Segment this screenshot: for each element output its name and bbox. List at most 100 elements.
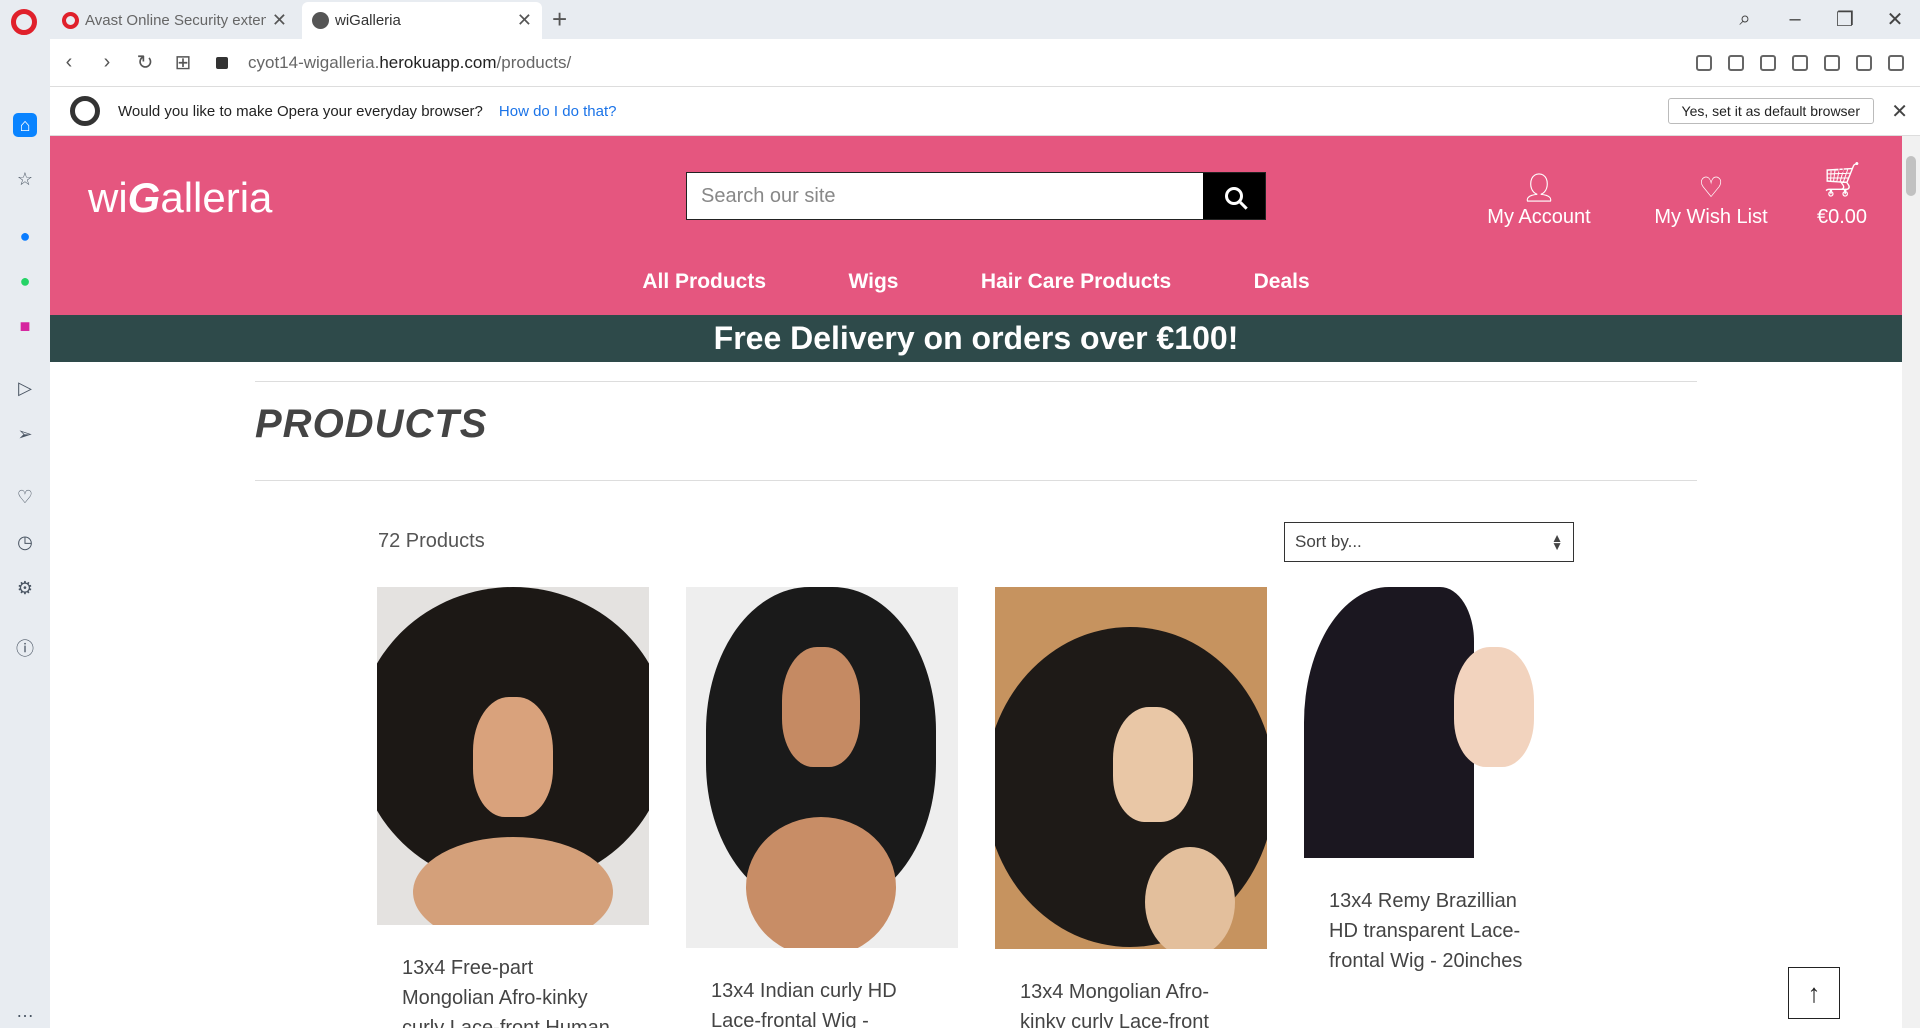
nav-wigs[interactable]: Wigs (848, 270, 898, 294)
infobar-text: Would you like to make Opera your everyd… (118, 102, 483, 120)
product-image[interactable] (377, 587, 649, 925)
opera-favicon-icon (62, 12, 79, 29)
infobar-help-link[interactable]: How do I do that? (499, 103, 617, 120)
tabs-grid-icon[interactable]: ⊞ (164, 50, 202, 75)
minimize-button[interactable]: – (1770, 8, 1820, 31)
url-domain: herokuapp.com (379, 52, 497, 72)
search-input[interactable] (687, 173, 1203, 219)
sort-arrows-icon: ▲ ▼ (1551, 531, 1563, 553)
brand-part: G (127, 174, 161, 221)
search-button[interactable] (1203, 173, 1265, 219)
image-face (782, 647, 860, 767)
settings-icon[interactable] (1888, 54, 1904, 71)
flow-icon[interactable]: ➢ (13, 422, 37, 446)
edit-icon[interactable] (1728, 54, 1744, 71)
product-name[interactable]: 13x4 Free-part Mongolian Afro-kinky curl… (377, 953, 649, 1028)
send-icon[interactable] (1824, 54, 1840, 71)
tips-icon[interactable]: ⓘ (13, 637, 37, 661)
globe-favicon-icon (312, 12, 329, 29)
tab-title: wiGalleria (335, 12, 401, 29)
address-bar: ‹ › ↻ ⊞ cyot14-wigalleria.herokuapp.com/… (50, 39, 1920, 87)
image-bust (746, 817, 896, 948)
site-header: wiGalleria 👤︎ My Account ♡ My Wish List … (50, 136, 1902, 315)
brand-part: alleria (160, 174, 273, 221)
site-search (686, 172, 1266, 220)
product-card[interactable]: 13x4 Free-part Mongolian Afro-kinky curl… (377, 587, 649, 1028)
close-window-button[interactable]: ✕ (1870, 7, 1920, 32)
site-logo[interactable]: wiGalleria (88, 174, 272, 222)
tab-avast[interactable]: Avast Online Security exten ✕ (52, 2, 297, 39)
my-account-link[interactable]: 👤︎ My Account (1474, 174, 1604, 229)
back-button[interactable]: ‹ (50, 51, 88, 74)
restore-button[interactable]: ❐ (1820, 7, 1870, 32)
brand-part: wi (88, 174, 128, 221)
divider (255, 381, 1697, 382)
whatsapp-icon[interactable]: ● (13, 269, 37, 293)
window-controls: ⌕ – ❐ ✕ (1720, 0, 1920, 39)
instagram-icon[interactable]: ■ (13, 314, 37, 338)
wish-list-link[interactable]: ♡ My Wish List (1636, 174, 1786, 229)
image-bust (1145, 847, 1235, 949)
star-icon[interactable]: ☆ (13, 167, 37, 191)
messenger-icon[interactable]: ● (13, 224, 37, 248)
reader-icon[interactable] (1696, 54, 1712, 71)
heart-icon[interactable]: ♡ (13, 485, 37, 509)
product-name[interactable]: 13x4 Remy Brazillian HD transparent Lace… (1304, 886, 1576, 976)
heart-icon[interactable] (1856, 54, 1872, 71)
opera-sidebar: ⌂ ☆ ● ● ■ ▷ ➢ ♡ ◷ ⚙ ⓘ … (0, 39, 50, 1028)
product-name[interactable]: 13x4 Mongolian Afro-kinky curly Lace-fro… (995, 977, 1267, 1028)
product-card[interactable]: 13x4 Remy Brazillian HD transparent Lace… (1304, 587, 1576, 976)
my-account-label: My Account (1487, 206, 1591, 228)
back-to-top-button[interactable]: ↑ (1788, 967, 1840, 1019)
lock-icon[interactable] (216, 56, 228, 69)
product-image[interactable] (686, 587, 958, 948)
image-face (1454, 647, 1534, 767)
history-icon[interactable]: ◷ (13, 530, 37, 554)
close-icon[interactable]: ✕ (517, 10, 532, 31)
heart-icon: ♡ (1698, 172, 1724, 203)
set-default-button[interactable]: Yes, set it as default browser (1667, 98, 1874, 124)
nav-all-products[interactable]: All Products (642, 270, 766, 294)
close-icon[interactable]: ✕ (272, 10, 287, 31)
home-icon[interactable]: ⌂ (13, 113, 37, 137)
new-tab-button[interactable]: + (552, 4, 567, 35)
product-image[interactable] (995, 587, 1267, 949)
web-page: wiGalleria 👤︎ My Account ♡ My Wish List … (50, 136, 1902, 1028)
user-icon: 👤︎ (1521, 172, 1557, 203)
reload-button[interactable]: ↻ (126, 50, 164, 75)
product-card[interactable]: 13x4 Mongolian Afro-kinky curly Lace-fro… (995, 587, 1267, 1028)
product-name[interactable]: 13x4 Indian curly HD Lace-frontal Wig - (686, 976, 958, 1028)
search-icon[interactable]: ⌕ (1720, 8, 1770, 31)
tab-bar: Avast Online Security exten ✕ wiGalleria… (0, 0, 1920, 39)
more-icon[interactable]: … (13, 999, 37, 1023)
nav-deals[interactable]: Deals (1254, 270, 1310, 294)
cart-total: €0.00 (1816, 206, 1868, 228)
product-card[interactable]: 13x4 Indian curly HD Lace-frontal Wig - (686, 587, 958, 1028)
product-image[interactable] (1304, 587, 1576, 858)
image-face (473, 697, 553, 817)
arrow-up-icon: ↑ (1807, 978, 1821, 1008)
scrollbar-thumb[interactable] (1906, 156, 1916, 196)
gear-icon[interactable]: ⚙ (13, 576, 37, 600)
camera-icon[interactable] (1760, 54, 1776, 71)
shield-icon[interactable] (1792, 54, 1808, 71)
player-icon[interactable]: ▷ (13, 376, 37, 400)
image-face (1113, 707, 1193, 822)
url-prefix: cyot14-wigalleria. (248, 52, 380, 72)
tab-wigalleria[interactable]: wiGalleria ✕ (302, 2, 542, 39)
cart-link[interactable]: 🛒︎ 0 €0.00 (1802, 158, 1882, 229)
tab-title: Avast Online Security exten (85, 12, 266, 29)
opera-logo-icon (70, 96, 100, 126)
sort-select[interactable]: Sort by... ▲ ▼ (1284, 522, 1574, 562)
address-bar-tools (1696, 54, 1904, 71)
image-hair (1304, 587, 1474, 858)
url-field[interactable]: cyot14-wigalleria.herokuapp.com/products… (248, 53, 571, 73)
main-navigation: All Products Wigs Hair Care Products Dea… (50, 270, 1902, 294)
forward-button[interactable]: › (88, 51, 126, 74)
free-delivery-banner: Free Delivery on orders over €100! (50, 315, 1902, 362)
page-scrollbar[interactable] (1902, 136, 1920, 1028)
nav-hair-care-products[interactable]: Hair Care Products (981, 270, 1171, 294)
close-icon[interactable]: ✕ (1891, 99, 1908, 124)
opera-logo-icon[interactable] (11, 9, 37, 35)
search-icon (1225, 187, 1243, 205)
